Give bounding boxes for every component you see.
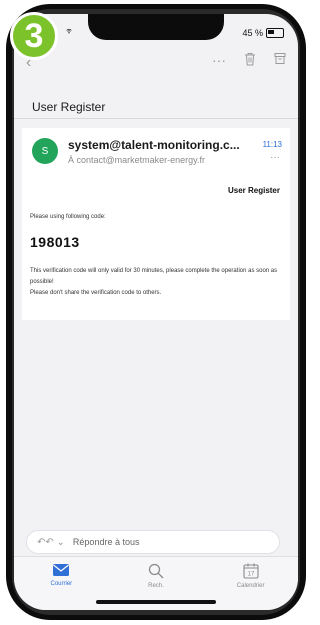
home-indicator xyxy=(96,600,216,604)
status-bar: 45 % xyxy=(242,28,284,38)
mail-icon xyxy=(53,564,70,576)
archive-icon[interactable] xyxy=(274,52,286,65)
battery-percent: 45 % xyxy=(242,28,263,38)
body-title: User Register xyxy=(227,186,280,195)
recipient-address[interactable]: À contact@marketmaker-energy.fr xyxy=(68,155,205,165)
search-icon xyxy=(148,563,164,579)
step-badge: 3 xyxy=(10,12,58,60)
calendar-icon: 17 xyxy=(243,563,259,579)
email-subject: User Register xyxy=(32,100,106,114)
more-icon[interactable]: ··· xyxy=(212,52,226,68)
tab-search[interactable]: Rech. xyxy=(121,563,191,589)
sender-address[interactable]: system@talent-monitoring.c... xyxy=(68,138,240,152)
screen: 45 % ‹ ··· User Register S system@talent… xyxy=(14,14,298,610)
verification-code: 198013 xyxy=(30,234,80,250)
toolbar-actions: ··· xyxy=(212,52,286,68)
battery-icon xyxy=(266,28,284,38)
reply-bar[interactable]: ↶↶ ⌄ Répondre à tous xyxy=(26,530,280,554)
tab-calendar[interactable]: 17 Calendrier xyxy=(216,563,286,589)
message-more-icon[interactable]: ··· xyxy=(270,152,280,163)
wifi-icon xyxy=(66,28,72,34)
avatar[interactable]: S xyxy=(32,138,58,164)
email-message: S system@talent-monitoring.c... 11:13 À … xyxy=(22,128,290,320)
divider xyxy=(14,118,298,119)
trash-icon[interactable] xyxy=(244,52,256,66)
body-greeting: Please using following code: xyxy=(30,214,106,220)
svg-text:17: 17 xyxy=(247,572,254,578)
tab-mail-label: Courrier xyxy=(50,581,73,587)
warning-text: Please don't share the verification code… xyxy=(30,290,162,296)
notch xyxy=(88,14,224,40)
validity-text: This verification code will only valid f… xyxy=(30,268,278,285)
email-time: 11:13 xyxy=(262,140,282,149)
reply-all-button[interactable]: Répondre à tous xyxy=(73,537,140,547)
body-paragraph: This verification code will only valid f… xyxy=(30,266,280,299)
tab-mail[interactable]: Courrier xyxy=(26,563,96,587)
mail-toolbar: ‹ ··· xyxy=(14,50,298,76)
reply-all-icon[interactable]: ↶↶ ⌄ xyxy=(37,537,65,548)
tab-calendar-label: Calendrier xyxy=(236,583,265,589)
tab-search-label: Rech. xyxy=(148,583,164,589)
